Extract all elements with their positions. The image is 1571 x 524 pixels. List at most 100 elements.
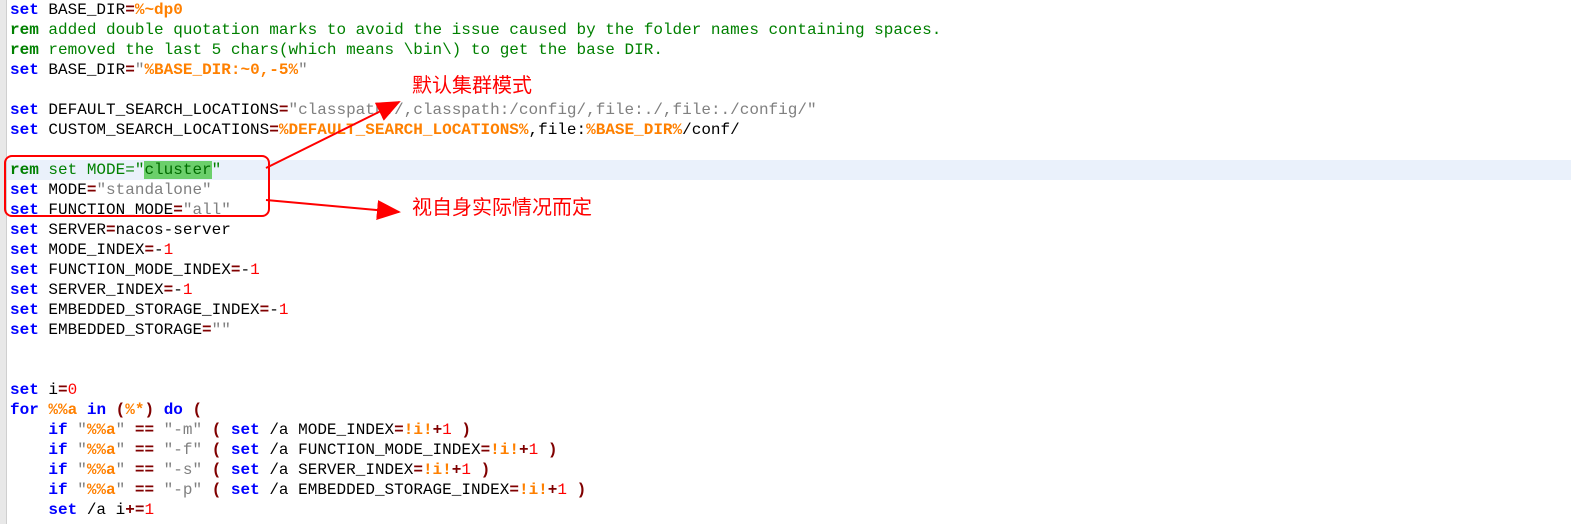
code-token: [202, 441, 212, 459]
code-line: if "%%a" == "-p" ( set /a EMBEDDED_STORA…: [10, 480, 941, 500]
code-token: (: [212, 421, 222, 439]
code-token: [567, 481, 577, 499]
code-token: set: [231, 421, 260, 439]
code-token: (: [116, 401, 126, 419]
code-token: [221, 461, 231, 479]
code-token: ): [577, 481, 587, 499]
code-token: [125, 461, 135, 479]
code-token: ): [144, 401, 154, 419]
code-token: %BASE_DIR:~0,-5%: [144, 61, 298, 79]
code-token: [154, 461, 164, 479]
code-line: [10, 340, 941, 360]
code-token: ": [116, 481, 126, 499]
code-token: [68, 421, 78, 439]
code-token: EMBEDDED_STORAGE: [39, 321, 202, 339]
code-token: set: [10, 281, 39, 299]
code-token: +: [548, 481, 558, 499]
code-token: ": [116, 461, 126, 479]
code-token: [10, 421, 48, 439]
code-token: cluster: [144, 161, 211, 179]
code-token: 0: [68, 381, 78, 399]
code-token: [538, 441, 548, 459]
code-token: /a FUNCTION_MODE_INDEX: [260, 441, 481, 459]
code-token: /a i: [77, 501, 125, 519]
code-token: "-s": [164, 461, 202, 479]
code-token: +: [433, 421, 443, 439]
code-line: rem set MODE="cluster": [10, 160, 941, 180]
code-token: [77, 401, 87, 419]
code-token: rem: [10, 161, 39, 179]
code-token: =: [269, 121, 279, 139]
code-token: =: [125, 61, 135, 79]
code-token: set: [10, 181, 39, 199]
code-token: ): [481, 461, 491, 479]
code-token: set: [231, 441, 260, 459]
code-token: if: [48, 441, 67, 459]
code-token: [125, 441, 135, 459]
code-token: [39, 401, 49, 419]
code-token: !i!: [490, 441, 519, 459]
code-token: =: [173, 201, 183, 219]
code-token: ": [116, 441, 126, 459]
code-token: 1: [279, 301, 289, 319]
code-line: set EMBEDDED_STORAGE="": [10, 320, 941, 340]
code-token: [10, 461, 48, 479]
code-token: ==: [135, 461, 154, 479]
code-line: [10, 140, 941, 160]
code-token: 1: [557, 481, 567, 499]
code-token: [154, 441, 164, 459]
code-token: /a SERVER_INDEX: [260, 461, 414, 479]
code-token: =: [58, 381, 68, 399]
code-token: =: [413, 461, 423, 479]
code-token: ": [77, 481, 87, 499]
annotation-text-2: 视自身实际情况而定: [412, 198, 592, 218]
code-token: DEFAULT_SEARCH_LOCATIONS: [39, 101, 279, 119]
code-token: [202, 461, 212, 479]
code-line: [10, 360, 941, 380]
code-token: "-m": [164, 421, 202, 439]
code-token: -: [269, 301, 279, 319]
code-token: FUNCTION_MODE_INDEX: [39, 261, 231, 279]
code-token: ": [77, 421, 87, 439]
code-token: 1: [529, 441, 539, 459]
code-token: [471, 461, 481, 479]
code-token: =: [106, 221, 116, 239]
code-token: %~dp0: [135, 1, 183, 19]
code-token: %%a: [48, 401, 77, 419]
code-line: if "%%a" == "-s" ( set /a SERVER_INDEX=!…: [10, 460, 941, 480]
code-token: ): [548, 441, 558, 459]
code-line: set FUNCTION_MODE_INDEX=-1: [10, 260, 941, 280]
code-token: !i!: [519, 481, 548, 499]
code-token: "standalone": [96, 181, 211, 199]
code-token: 1: [461, 461, 471, 479]
code-line: set BASE_DIR=%~dp0: [10, 0, 941, 20]
code-token: /conf/: [682, 121, 740, 139]
code-token: ": [212, 161, 222, 179]
code-token: rem: [10, 41, 39, 59]
code-token: "-p": [164, 481, 202, 499]
code-token: set: [10, 101, 39, 119]
code-token: -: [173, 281, 183, 299]
code-token: [221, 481, 231, 499]
code-token: [154, 481, 164, 499]
code-token: (: [193, 401, 203, 419]
code-token: set: [10, 61, 39, 79]
code-token: ": [298, 61, 308, 79]
code-token: -: [240, 261, 250, 279]
code-token: set: [231, 461, 260, 479]
code-token: set: [10, 121, 39, 139]
code-token: =: [231, 261, 241, 279]
code-token: [10, 501, 48, 519]
code-token: [68, 441, 78, 459]
code-token: -: [154, 241, 164, 259]
code-token: 1: [442, 421, 452, 439]
code-token: 1: [250, 261, 260, 279]
code-token: ==: [135, 481, 154, 499]
code-token: 1: [144, 501, 154, 519]
code-token: %DEFAULT_SEARCH_LOCATIONS%: [279, 121, 529, 139]
code-token: "all": [183, 201, 231, 219]
code-token: =: [202, 321, 212, 339]
code-token: MODE_INDEX: [39, 241, 145, 259]
code-token: set: [231, 481, 260, 499]
code-token: set: [10, 241, 39, 259]
